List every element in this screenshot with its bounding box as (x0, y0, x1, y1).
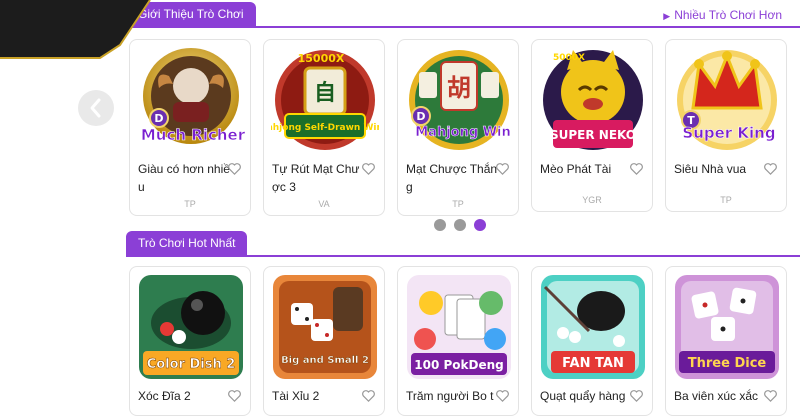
multiplier-text: 15000X (298, 52, 345, 65)
game-title: Trăm người Bo t (406, 389, 494, 403)
heart-icon[interactable] (495, 388, 510, 403)
heart-icon[interactable] (361, 161, 376, 176)
game-card[interactable]: T Super King Siêu Nhà vua TP (665, 39, 787, 212)
game-card[interactable]: 100 PokDeng Trăm người Bo t (397, 266, 519, 416)
game-card[interactable]: D Much Richer Giàu có hơn nhiều TP (129, 39, 251, 216)
game-logo-text: SUPER NEKO (550, 128, 636, 142)
provider-badge: D (416, 110, 425, 123)
fan-tan-game-icon: FAN TAN (541, 275, 645, 379)
game-title: Tự Rút Mạt Chược 3 (272, 162, 360, 194)
game-title: Tài Xỉu 2 (272, 389, 320, 403)
section-divider (126, 255, 800, 257)
carousel-dot[interactable] (454, 219, 466, 231)
carousel-prev-button[interactable] (78, 90, 114, 126)
game-logo-text: Much Richer (141, 126, 245, 144)
section-hot-header: Trò Chơi Hot Nhất (126, 231, 800, 257)
game-title: Quạt quẩy hàng (540, 389, 626, 403)
game-title: Siêu Nhà vua (674, 162, 747, 176)
game-card[interactable]: Three Dice Ba viên xúc xắc (665, 266, 787, 416)
section-divider (126, 26, 800, 28)
carousel-dot[interactable] (434, 219, 446, 231)
mahjong-self-drawn-game-icon: 自 15000X Mahjong Self-Drawn Win 3 (271, 50, 379, 150)
more-games-label: Nhiều Trò Chơi Hơn (674, 8, 782, 22)
multiplier-text: 5000X (553, 53, 585, 63)
game-card[interactable]: FAN TAN Quạt quẩy hàng (531, 266, 653, 416)
game-title: Mạt Chược Thắng (406, 162, 498, 194)
provider-label: TP (184, 199, 196, 209)
color-dish-game-icon: Color Dish 2 (139, 275, 243, 379)
game-title: Mèo Phát Tài (540, 162, 612, 176)
game-card[interactable]: 胡 D Mahjong Win Mạt Chược Thắng TP (397, 39, 519, 216)
game-logo-text: Color Dish 2 (147, 357, 236, 372)
triangle-right-icon: ▶ (663, 11, 671, 21)
game-logo-text: Big and Small 2 (281, 355, 369, 366)
provider-badge: D (154, 112, 163, 125)
big-small-game-icon: Big and Small 2 (273, 275, 377, 379)
carousel-dot-active[interactable] (474, 219, 486, 231)
corner-decoration (0, 0, 151, 59)
game-logo-text: Mahjong Self-Drawn Win 3 (271, 123, 379, 133)
svg-text:胡: 胡 (447, 74, 471, 102)
heart-icon[interactable] (629, 388, 644, 403)
heart-icon[interactable] (361, 388, 376, 403)
provider-label: YGR (582, 195, 602, 205)
provider-label: TP (452, 199, 464, 209)
game-card[interactable]: Color Dish 2 Xóc Đĩa 2 (129, 266, 251, 416)
heart-icon[interactable] (227, 388, 242, 403)
game-card[interactable]: Big and Small 2 Tài Xỉu 2 (263, 266, 385, 416)
heart-icon[interactable] (763, 388, 778, 403)
chevron-left-icon (90, 98, 101, 118)
pokdeng-game-icon: 100 PokDeng (407, 275, 511, 379)
game-logo-text: Super King (682, 124, 775, 142)
game-logo-text: 100 PokDeng (414, 358, 503, 372)
game-title: Xóc Đĩa 2 (138, 389, 191, 403)
more-games-link[interactable]: ▶ Nhiều Trò Chơi Hơn (663, 8, 782, 22)
game-card[interactable]: 自 15000X Mahjong Self-Drawn Win 3 Tự Rút… (263, 39, 385, 216)
much-richer-game-icon: D Much Richer (141, 48, 245, 144)
game-logo-text: FAN TAN (562, 356, 624, 371)
game-card[interactable]: 5000X SUPER NEKO Mèo Phát Tài YGR (531, 39, 653, 212)
three-dice-game-icon: Three Dice (675, 275, 779, 379)
section-featured-header: Giới Thiệu Trò Chơi ▶ Nhiều Trò Chơi Hơn (126, 2, 800, 28)
provider-label: VA (318, 199, 330, 209)
super-neko-game-icon: 5000X SUPER NEKO (543, 50, 643, 150)
game-title: Giàu có hơn nhiều (138, 162, 230, 194)
game-logo-text: Three Dice (688, 356, 767, 371)
game-logo-text: Mahjong Win (415, 125, 511, 140)
heart-icon[interactable] (763, 161, 778, 176)
tab-hot[interactable]: Trò Chơi Hot Nhất (126, 231, 248, 255)
super-king-game-icon: T Super King (677, 50, 777, 150)
heart-icon[interactable] (495, 161, 510, 176)
heart-icon[interactable] (227, 161, 242, 176)
mahjong-win-game-icon: 胡 D Mahjong Win (409, 50, 511, 150)
game-title: Ba viên xúc xắc (674, 389, 759, 403)
heart-icon[interactable] (629, 161, 644, 176)
provider-label: TP (720, 195, 732, 205)
svg-text:自: 自 (314, 80, 336, 106)
